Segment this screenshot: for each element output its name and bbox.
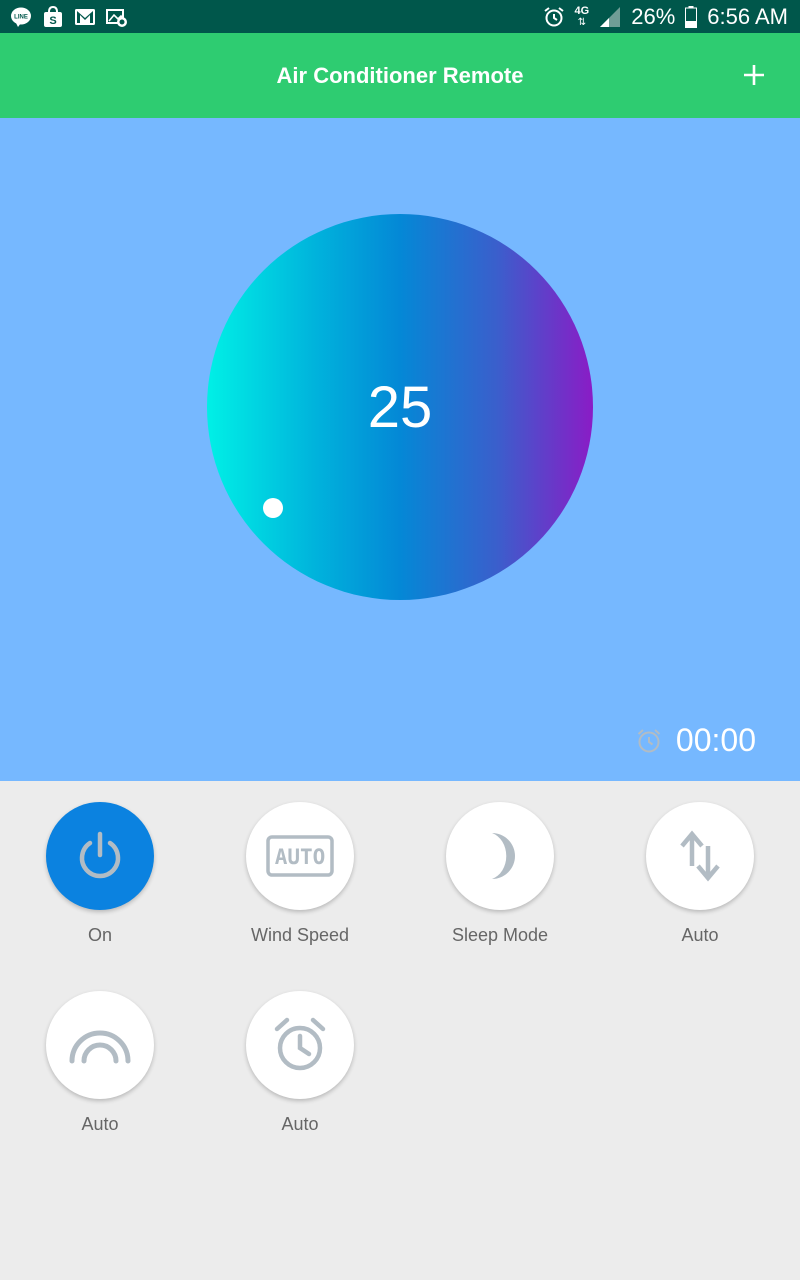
control-swing: Auto	[0, 991, 200, 1135]
moon-icon	[492, 833, 515, 879]
status-bar-system: 4G ⇅ 26% 6:56 AM	[543, 0, 788, 33]
mode-button[interactable]	[646, 802, 754, 910]
gallery-icon	[106, 6, 128, 28]
temperature-value: 25	[367, 374, 433, 440]
timer-button[interactable]	[246, 991, 354, 1099]
timer-display: 00:00	[636, 722, 756, 759]
sleep-mode-button[interactable]	[446, 802, 554, 910]
control-label: Auto	[681, 925, 719, 945]
wind-speed-button[interactable]: AUTO	[246, 802, 354, 910]
control-sleep-mode: Sleep Mode	[400, 802, 600, 946]
up-down-arrows-icon	[680, 830, 720, 882]
control-label: Auto	[81, 1114, 119, 1134]
status-bar: LINE S 4G ⇅ 26% 6:56 AM	[0, 0, 800, 33]
control-wind-speed: AUTO Wind Speed	[200, 802, 400, 946]
temperature-dial[interactable]: 25	[207, 214, 593, 600]
temperature-panel: 25 00:00	[0, 118, 800, 781]
control-label: Wind Speed	[250, 925, 350, 945]
alarm-clock-icon	[637, 728, 661, 752]
shopping-bag-icon: S	[42, 5, 64, 28]
dial-knob[interactable]	[263, 498, 283, 518]
control-label: Sleep Mode	[451, 925, 549, 945]
battery-percent: 26%	[631, 4, 676, 29]
svg-text:AUTO: AUTO	[275, 845, 326, 869]
timer-value: 00:00	[675, 722, 756, 758]
swing-arc-icon	[69, 1030, 131, 1064]
auto-badge-icon: AUTO	[266, 835, 334, 877]
add-remote-button[interactable]	[738, 59, 770, 91]
power-button[interactable]	[46, 802, 154, 910]
gmail-icon	[74, 6, 96, 28]
line-icon: LINE	[10, 6, 32, 28]
clock-time: 6:56 AM	[707, 4, 788, 29]
alarm-clock-icon	[274, 1017, 326, 1071]
control-label: Auto	[281, 1114, 319, 1134]
data-arrows-icon: ⇅	[577, 16, 587, 28]
control-power: On	[0, 802, 200, 946]
network-type: 4G	[574, 4, 590, 17]
swing-button[interactable]	[46, 991, 154, 1099]
alarm-icon	[543, 6, 565, 28]
battery-icon	[685, 5, 698, 28]
svg-text:S: S	[49, 15, 56, 27]
svg-text:LINE: LINE	[14, 14, 28, 20]
control-mode: Auto	[600, 802, 800, 946]
control-timer: Auto	[200, 991, 400, 1135]
plus-icon	[744, 65, 764, 85]
status-bar-notifications: LINE S	[10, 5, 128, 28]
page-title: Air Conditioner Remote	[276, 62, 524, 88]
signal-icon	[599, 6, 621, 28]
control-label: On	[87, 925, 112, 945]
controls-panel: On AUTO Wind Speed Sleep Mode Auto Auto …	[0, 781, 800, 1280]
app-bar: Air Conditioner Remote	[0, 33, 800, 118]
power-icon	[79, 831, 121, 879]
